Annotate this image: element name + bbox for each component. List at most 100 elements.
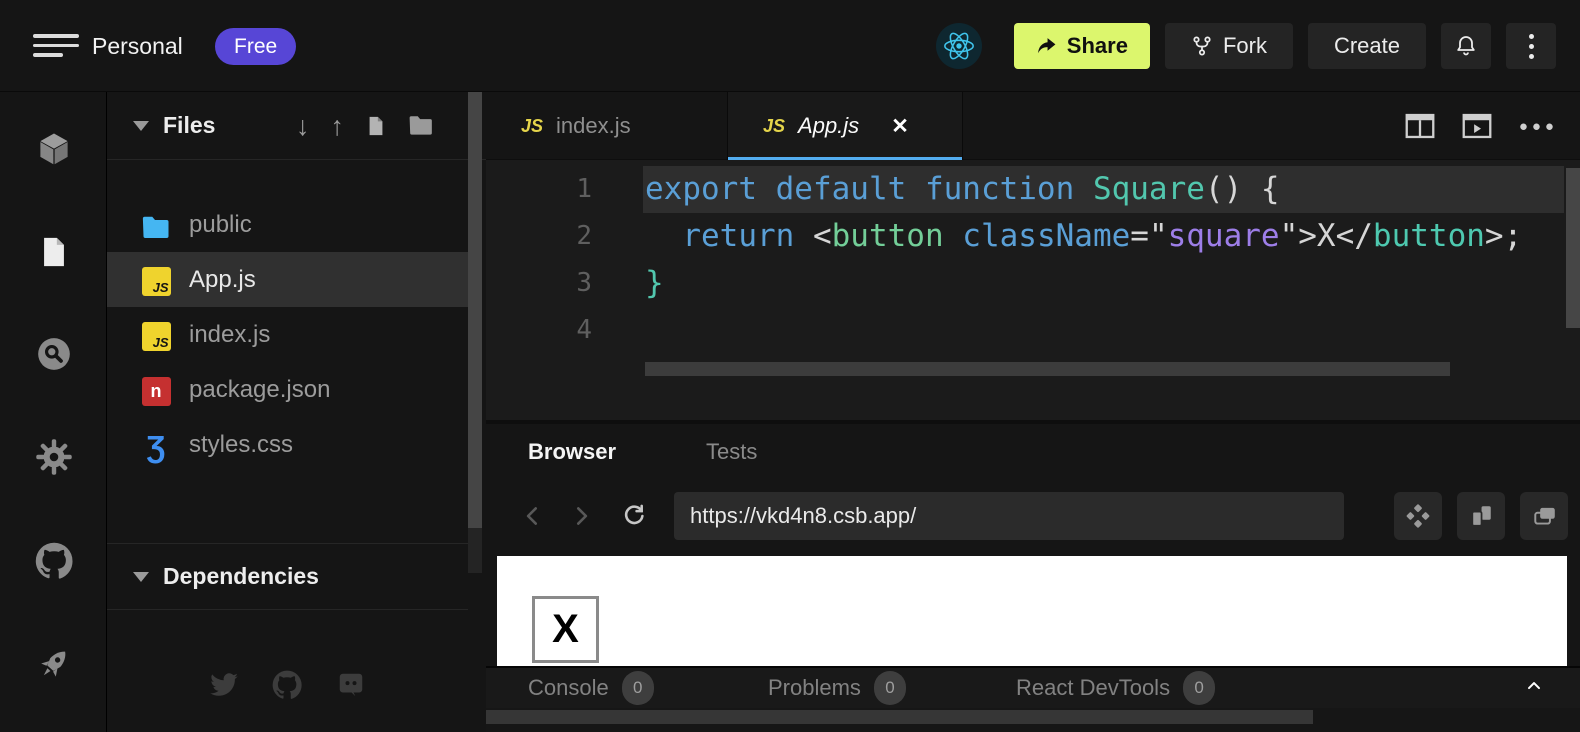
kebab-icon	[1529, 34, 1534, 59]
js-file-icon: JS	[140, 319, 172, 351]
files-sidebar: Files ↓ ↑ public JS App.js	[107, 92, 486, 732]
sandbox-cube-icon[interactable]	[35, 130, 73, 168]
code-line[interactable]: 4	[486, 307, 1580, 354]
social-links	[107, 670, 468, 705]
chevron-up-icon[interactable]	[1524, 676, 1544, 701]
file-row-styles-css[interactable]: Ʒ styles.css	[107, 417, 468, 472]
create-button[interactable]: Create	[1308, 23, 1426, 69]
code-line[interactable]: 3}	[486, 260, 1580, 307]
open-in-new-window-icon[interactable]	[1520, 492, 1568, 540]
share-button[interactable]: Share	[1014, 23, 1150, 69]
more-menu-button[interactable]	[1506, 23, 1556, 69]
more-options-icon[interactable]: ●●●	[1519, 118, 1558, 135]
tab-index-js[interactable]: JS index.js	[486, 92, 727, 160]
forward-icon[interactable]	[568, 503, 594, 529]
code-text: }	[645, 260, 664, 307]
editor-hscrollbar-thumb[interactable]	[645, 362, 1450, 376]
dependencies-section-header[interactable]: Dependencies	[107, 543, 468, 610]
github-icon[interactable]	[35, 542, 73, 580]
discord-icon[interactable]	[335, 670, 367, 705]
code-editor[interactable]: 1export default function Square() {2 ret…	[486, 160, 1580, 420]
split-view-icon[interactable]	[1405, 113, 1435, 139]
menu-icon[interactable]	[33, 34, 79, 58]
file-row-package-json[interactable]: n package.json	[107, 362, 468, 417]
files-actions: ↓ ↑	[296, 92, 434, 160]
code-text: return <button className="square">X</but…	[645, 213, 1522, 260]
console-bar: Console 0 Problems 0 React DevTools 0	[486, 666, 1580, 708]
line-number: 3	[486, 260, 592, 307]
devtools-bottom-scrollbar	[486, 708, 1580, 732]
react-logo-icon[interactable]	[936, 23, 982, 69]
fork-icon	[1191, 35, 1213, 57]
component-grid-icon[interactable]	[1394, 492, 1442, 540]
tab-browser[interactable]: Browser	[528, 439, 616, 465]
hscrollbar-thumb[interactable]	[486, 710, 1313, 724]
workspace-name[interactable]: Personal	[92, 0, 183, 92]
header-actions: Share Fork Create	[936, 23, 1556, 69]
line-number: 1	[486, 166, 592, 213]
upload-icon[interactable]: ↑	[331, 113, 345, 140]
code-text: export default function Square() {	[645, 166, 1280, 213]
devtools-tabs: Browser Tests	[486, 424, 1580, 480]
files-scrollbar-track[interactable]	[468, 528, 482, 573]
line-number: 2	[486, 213, 592, 260]
devtools-panel: Browser Tests https://vkd4n8.csb.app/	[486, 420, 1580, 732]
new-file-icon[interactable]	[365, 114, 387, 138]
twitter-icon[interactable]	[209, 670, 239, 705]
npm-file-icon: n	[140, 374, 172, 406]
url-input[interactable]: https://vkd4n8.csb.app/	[674, 492, 1344, 540]
bell-icon	[1454, 34, 1478, 58]
dependencies-title: Dependencies	[163, 563, 319, 590]
js-file-icon: JS	[140, 264, 172, 296]
share-arrow-icon	[1036, 37, 1057, 56]
files-title: Files	[163, 112, 215, 139]
github-icon[interactable]	[272, 670, 302, 705]
settings-gear-icon[interactable]	[35, 438, 73, 476]
top-header: Personal Free Share	[0, 0, 1580, 92]
deploy-rocket-icon[interactable]	[35, 645, 73, 683]
square-preview-button[interactable]: X	[532, 596, 599, 663]
files-section-header[interactable]: Files ↓ ↑	[107, 92, 486, 160]
file-list: public JS App.js JS index.js n package.j…	[107, 197, 468, 472]
editor-layout-actions: ●●●	[1405, 92, 1558, 160]
css-file-icon: Ʒ	[140, 429, 172, 461]
problems-tab[interactable]: Problems 0	[768, 668, 906, 708]
console-tab[interactable]: Console 0	[528, 668, 654, 708]
folder-icon	[140, 209, 172, 241]
file-row-index-js[interactable]: JS index.js	[107, 307, 468, 362]
plan-badge[interactable]: Free	[215, 28, 296, 65]
code-line[interactable]: 1 export default function Square() {	[486, 166, 1580, 213]
search-icon[interactable]	[35, 335, 73, 373]
new-folder-icon[interactable]	[408, 115, 434, 137]
browser-toolbar-actions	[1394, 492, 1568, 540]
browser-preview: X	[497, 556, 1567, 666]
count-badge: 0	[622, 671, 654, 705]
file-row-public[interactable]: public	[107, 197, 468, 252]
back-icon[interactable]	[520, 503, 546, 529]
code-line[interactable]: 2 return <button className="square">X</b…	[486, 213, 1580, 260]
codesandbox-app: Personal Free Share	[0, 0, 1580, 732]
explorer-file-icon[interactable]	[35, 233, 73, 271]
file-row-app-js[interactable]: JS App.js	[107, 252, 468, 307]
count-badge: 0	[1183, 671, 1215, 705]
editor-tabbar: JS index.js JS App.js ✕ ●●●	[486, 92, 1580, 160]
activity-rail	[0, 92, 107, 732]
close-tab-icon[interactable]: ✕	[891, 114, 909, 139]
chevron-down-icon	[133, 572, 149, 582]
notifications-button[interactable]	[1441, 23, 1491, 69]
tab-app-js[interactable]: JS App.js ✕	[727, 92, 963, 160]
browser-navbar: https://vkd4n8.csb.app/	[486, 480, 1580, 552]
line-number: 4	[486, 307, 592, 354]
files-scrollbar-thumb[interactable]	[468, 92, 482, 528]
js-glyph-icon: JS	[763, 116, 785, 137]
fork-button[interactable]: Fork	[1165, 23, 1293, 69]
tab-tests[interactable]: Tests	[706, 439, 757, 465]
count-badge: 0	[874, 671, 906, 705]
download-icon[interactable]: ↓	[296, 113, 310, 140]
react-devtools-tab[interactable]: React DevTools 0	[1016, 668, 1215, 708]
chevron-down-icon	[133, 121, 149, 131]
refresh-icon[interactable]	[620, 502, 648, 530]
preview-window-icon[interactable]	[1462, 113, 1492, 139]
editor-vscrollbar-thumb[interactable]	[1566, 168, 1580, 328]
responsive-mode-icon[interactable]	[1457, 492, 1505, 540]
